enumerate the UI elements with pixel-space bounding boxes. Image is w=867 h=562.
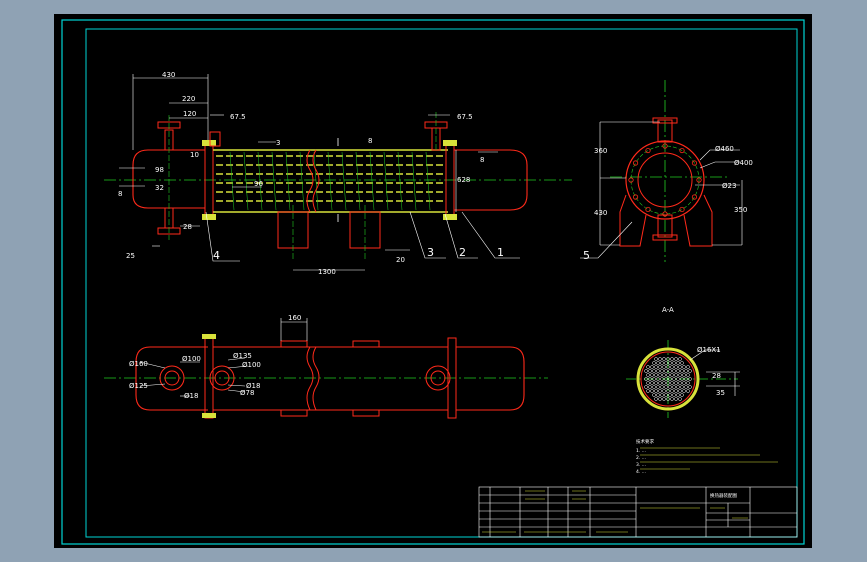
dim-text: Ø18 (184, 392, 198, 400)
drawing-canvas[interactable]: 430 220 120 67.5 10 98 32 25 28 1300 20 … (0, 0, 867, 562)
dim-text: 35 (716, 389, 725, 397)
dim-text: 28 (183, 223, 192, 231)
dim-text: Ø100 (242, 361, 261, 369)
note-line: 1. ... (636, 448, 646, 454)
dim-text: 430 (594, 209, 607, 217)
part-label: 4 (213, 249, 220, 262)
part-label: 5 (583, 249, 590, 262)
dim-text: 3 (276, 139, 280, 147)
dim-text: Ø23 (722, 182, 736, 190)
dim-text: 96 (254, 180, 263, 188)
dim-text: Ø100 (182, 355, 201, 363)
dim-text: 8 (118, 190, 122, 198)
notes-title: 技术要求 (636, 438, 654, 445)
part-label: 1 (497, 246, 504, 259)
dim-text: Ø78 (240, 389, 254, 397)
dim-text: 32 (155, 184, 164, 192)
drawing-name: 换热器装配图 (710, 492, 737, 499)
cad-viewer: 430 220 120 67.5 10 98 32 25 28 1300 20 … (0, 0, 867, 562)
part-label: 3 (427, 246, 434, 259)
dim-text: Ø135 (233, 352, 252, 360)
dim-text: 67.5 (457, 113, 473, 121)
dim-text: 98 (155, 166, 164, 174)
dim-text: 28 (712, 372, 721, 380)
note-line: 2. ... (636, 455, 646, 461)
dim-text: 25 (126, 252, 135, 260)
dim-text: Ø460 (715, 145, 734, 153)
paper-sheet (54, 14, 812, 548)
dim-text: 160 (288, 314, 301, 322)
dim-text: 350 (734, 206, 747, 214)
dim-text: 628 (457, 176, 470, 184)
dim-text: Ø400 (734, 159, 753, 167)
section-title: A-A (662, 306, 674, 314)
dim-text: Ø125 (129, 382, 148, 390)
dim-text: 8 (368, 137, 372, 145)
dim-text: 430 (162, 71, 175, 79)
dim-text: 120 (183, 110, 196, 118)
dim-text: Ø16X1 (697, 346, 721, 354)
part-label: 2 (459, 246, 466, 259)
dim-text: 220 (182, 95, 195, 103)
dim-text: 8 (480, 156, 484, 164)
dim-text: 1300 (318, 268, 336, 276)
note-line: 3. ... (636, 462, 646, 468)
dim-text: Ø160 (129, 360, 148, 368)
dim-text: 360 (594, 147, 607, 155)
dim-text: 10 (190, 151, 199, 159)
dim-text: 20 (396, 256, 405, 264)
dim-text: 67.5 (230, 113, 246, 121)
note-line: 4. ... (636, 469, 646, 475)
